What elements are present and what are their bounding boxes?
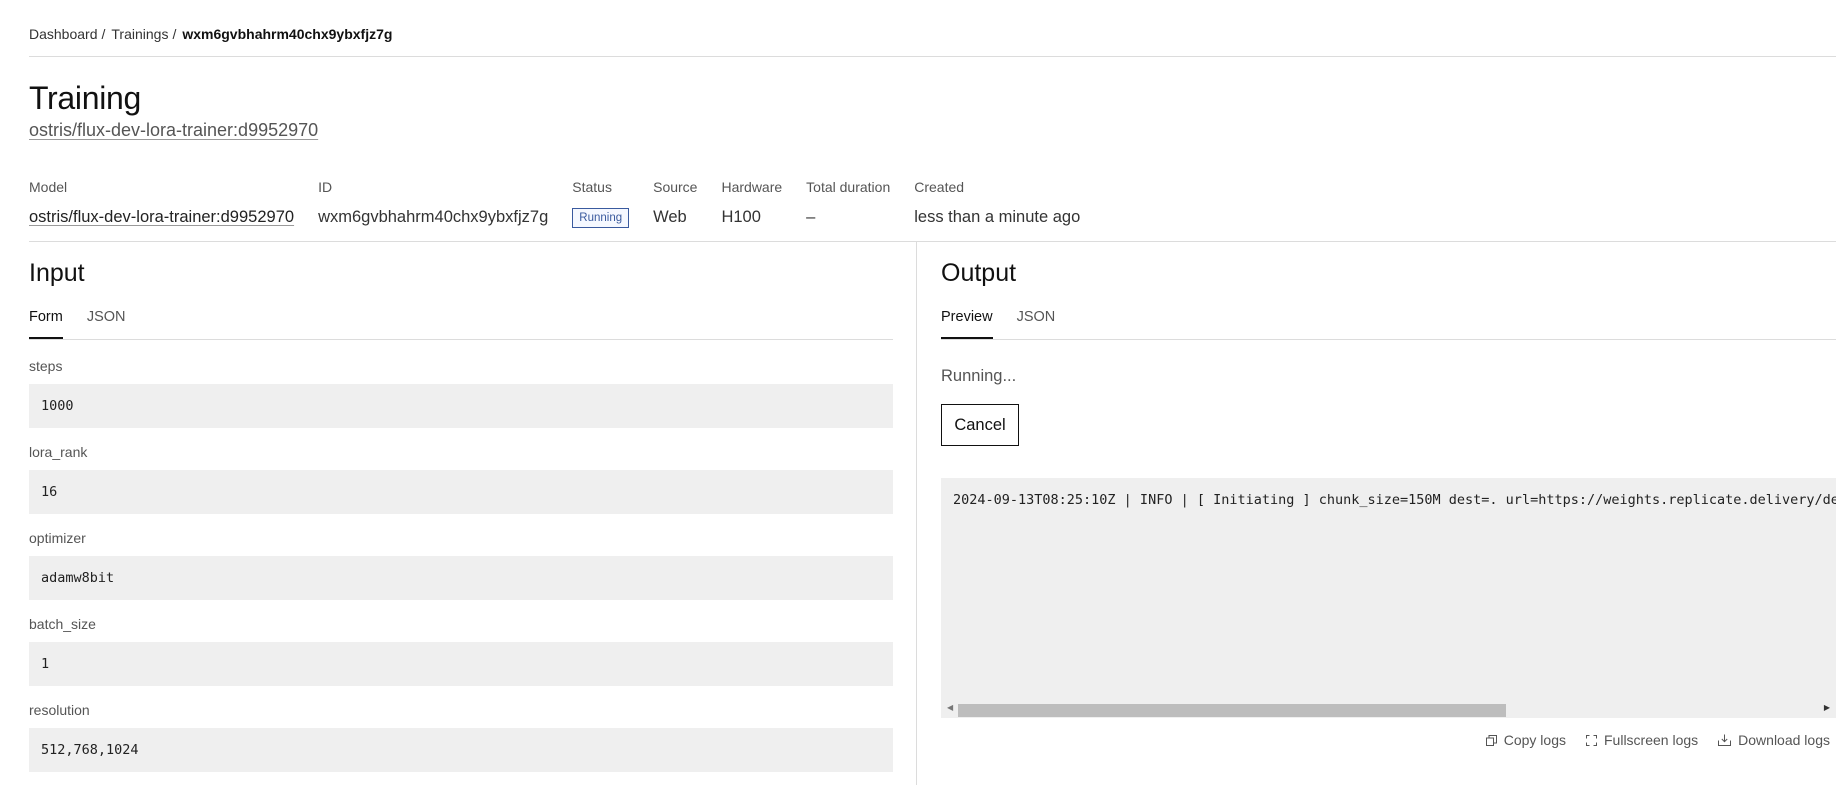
field-batch-size-label: batch_size <box>29 616 96 632</box>
meta-created-value: less than a minute ago <box>914 207 1081 226</box>
field-steps-value[interactable]: 1000 <box>29 384 893 428</box>
breadcrumb-separator: / <box>172 26 177 42</box>
meta-total-duration-label: Total duration <box>806 179 891 195</box>
copy-icon <box>1485 734 1497 746</box>
fullscreen-logs-button[interactable]: Fullscreen logs <box>1586 732 1698 748</box>
field-lora-rank-value[interactable]: 16 <box>29 470 893 514</box>
output-tabs-divider <box>941 339 1836 340</box>
field-resolution: resolution 512,768,1024 <box>29 702 893 772</box>
meta-total-duration: Total duration – <box>806 179 890 228</box>
meta-id: ID wxm6gvbhahrm40chx9ybxfjz7g <box>318 179 548 228</box>
meta-created: Created less than a minute ago <box>914 179 1080 228</box>
panel-divider <box>916 242 917 785</box>
download-logs-button[interactable]: Download logs <box>1718 732 1830 748</box>
input-tabs: Form JSON <box>29 309 150 339</box>
scroll-right-arrow-icon[interactable]: ▶ <box>1824 703 1830 712</box>
breadcrumb-dashboard-link[interactable]: Dashboard <box>29 26 98 42</box>
meta-model: Model ostris/flux-dev-lora-trainer:d9952… <box>29 179 294 228</box>
field-resolution-value[interactable]: 512,768,1024 <box>29 728 893 772</box>
field-optimizer: optimizer adamw8bit <box>29 530 893 600</box>
cancel-button[interactable]: Cancel <box>941 404 1019 446</box>
fullscreen-logs-label: Fullscreen logs <box>1604 732 1699 748</box>
scrollbar-thumb[interactable] <box>958 704 1506 717</box>
copy-logs-label: Copy logs <box>1503 732 1566 748</box>
breadcrumb-trainings-link[interactable]: Trainings <box>111 26 168 42</box>
log-line: 2024-09-13T08:25:10Z | INFO | [ Initiati… <box>953 492 1836 508</box>
meta-id-value: wxm6gvbhahrm40chx9ybxfjz7g <box>318 207 549 226</box>
status-badge: Running <box>572 208 630 228</box>
logs-panel[interactable]: 2024-09-13T08:25:10Z | INFO | [ Initiati… <box>941 478 1836 718</box>
field-optimizer-value[interactable]: adamw8bit <box>29 556 893 600</box>
copy-logs-button[interactable]: Copy logs <box>1485 732 1566 748</box>
download-logs-label: Download logs <box>1738 732 1830 748</box>
breadcrumb: Dashboard / Trainings / wxm6gvbhahrm40ch… <box>29 26 392 42</box>
meta-hardware-label: Hardware <box>721 179 783 195</box>
meta-created-label: Created <box>914 179 965 195</box>
field-resolution-label: resolution <box>29 702 90 718</box>
meta-source: Source Web <box>653 179 697 228</box>
training-meta: Model ostris/flux-dev-lora-trainer:d9952… <box>29 179 1104 228</box>
meta-source-label: Source <box>653 179 698 195</box>
breadcrumb-separator: / <box>101 26 106 42</box>
page-title: Training <box>29 80 142 116</box>
meta-model-link[interactable]: ostris/flux-dev-lora-trainer:d9952970 <box>29 206 294 228</box>
meta-status: Status Running <box>572 179 630 228</box>
tab-input-json[interactable]: JSON <box>87 309 126 339</box>
download-icon <box>1718 734 1732 746</box>
field-lora-rank-label: lora_rank <box>29 444 88 460</box>
field-batch-size: batch_size 1 <box>29 616 893 686</box>
input-title: Input <box>29 259 85 287</box>
field-batch-size-value[interactable]: 1 <box>29 642 893 686</box>
field-lora-rank: lora_rank 16 <box>29 444 893 514</box>
meta-source-value: Web <box>653 207 687 226</box>
header-divider <box>29 56 1836 57</box>
field-optimizer-label: optimizer <box>29 530 86 546</box>
field-steps: steps 1000 <box>29 358 893 428</box>
meta-hardware-value: H100 <box>721 207 761 226</box>
input-tabs-divider <box>29 339 893 340</box>
training-page: Dashboard / Trainings / wxm6gvbhahrm40ch… <box>29 0 1836 785</box>
meta-divider <box>29 241 1836 242</box>
output-tabs: Preview JSON <box>941 309 1079 339</box>
scroll-left-arrow-icon[interactable]: ◀ <box>947 703 953 712</box>
field-steps-label: steps <box>29 358 63 374</box>
tab-output-preview[interactable]: Preview <box>941 309 993 339</box>
tab-input-form[interactable]: Form <box>29 309 63 339</box>
expand-icon <box>1586 734 1597 746</box>
meta-status-label: Status <box>572 179 612 195</box>
output-title: Output <box>941 259 1017 287</box>
meta-total-duration-value: – <box>806 207 816 226</box>
logs-horizontal-scrollbar[interactable]: ◀ ▶ <box>941 700 1836 718</box>
tab-output-json[interactable]: JSON <box>1017 309 1056 339</box>
model-version-link[interactable]: ostris/flux-dev-lora-trainer:d9952970 <box>29 120 318 141</box>
meta-id-label: ID <box>318 179 333 195</box>
meta-hardware: Hardware H100 <box>721 179 782 228</box>
log-actions: Copy logs Fullscreen logs Download logs <box>1466 732 1830 748</box>
breadcrumb-current: wxm6gvbhahrm40chx9ybxfjz7g <box>182 26 393 42</box>
meta-model-label: Model <box>29 179 68 195</box>
output-status-text: Running... <box>941 367 1017 385</box>
